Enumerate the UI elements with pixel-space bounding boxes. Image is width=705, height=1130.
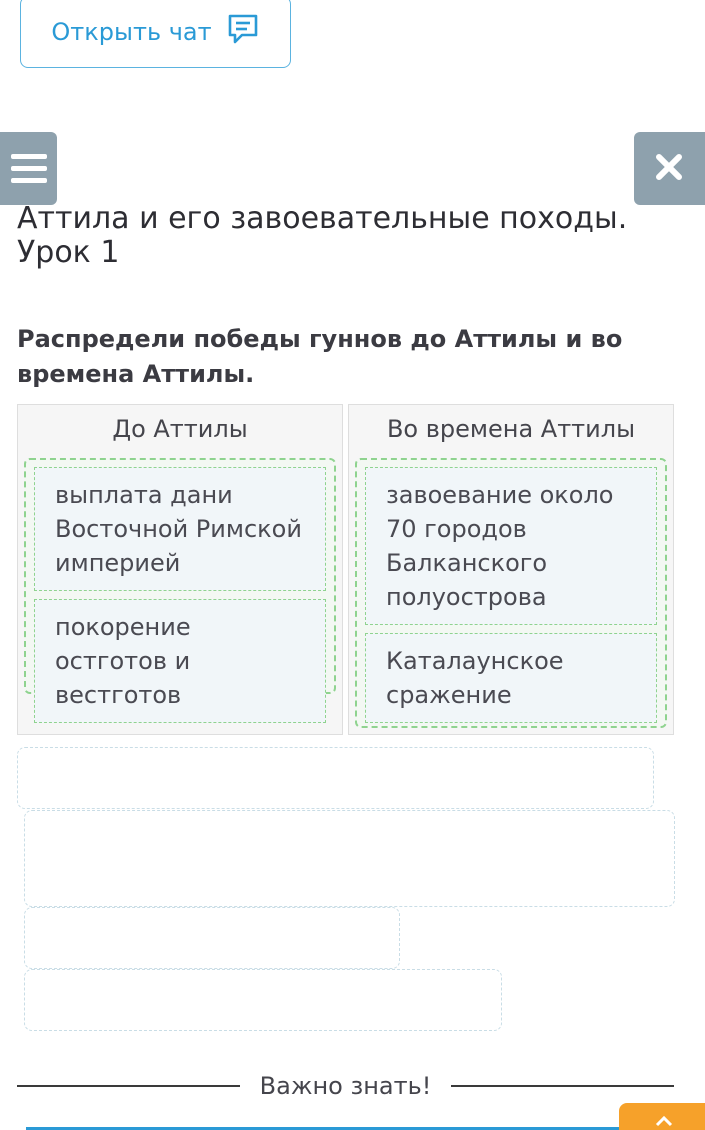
divider-line xyxy=(17,1085,240,1087)
open-chat-label: Открыть чат xyxy=(51,18,212,46)
important-label: Важно знать! xyxy=(259,1072,432,1100)
chevron-up-icon xyxy=(654,1113,674,1130)
empty-card-slot[interactable] xyxy=(24,969,502,1031)
column-header: Во времена Аттилы xyxy=(386,415,636,443)
close-icon xyxy=(654,152,684,186)
drop-zone-before-attila[interactable]: выплата дани Восточной Римской империей … xyxy=(24,458,336,723)
menu-button[interactable] xyxy=(0,132,57,205)
column-during-attila: Во времена Аттилы завоевание около 70 го… xyxy=(348,404,674,735)
drop-zone-during-attila[interactable]: завоевание около 70 городов Балканского … xyxy=(355,458,667,728)
empty-card-slot[interactable] xyxy=(24,810,675,907)
answer-card[interactable]: покорение остготов и вестготов xyxy=(34,599,326,723)
open-chat-button[interactable]: Открыть чат xyxy=(20,0,291,68)
task-instruction: Распредели победы гуннов до Аттилы и во … xyxy=(17,325,623,388)
answer-card[interactable]: Каталаунское сражение xyxy=(365,633,657,723)
answer-card[interactable]: выплата дани Восточной Римской империей xyxy=(34,467,326,591)
empty-card-slot[interactable] xyxy=(24,907,400,969)
hamburger-icon xyxy=(10,154,47,159)
important-divider: Важно знать! xyxy=(17,1066,675,1106)
answer-card[interactable]: завоевание около 70 городов Балканского … xyxy=(365,467,657,625)
divider-line xyxy=(451,1085,675,1087)
scroll-top-button[interactable] xyxy=(619,1103,705,1130)
lesson-title: Аттила и его завоевательные походы. Урок… xyxy=(17,201,628,270)
column-header: До Аттилы xyxy=(112,415,248,443)
column-before-attila: До Аттилы выплата дани Восточной Римской… xyxy=(17,404,343,735)
empty-card-slot[interactable] xyxy=(17,747,654,809)
chat-icon xyxy=(226,12,260,52)
close-button[interactable] xyxy=(634,132,705,205)
